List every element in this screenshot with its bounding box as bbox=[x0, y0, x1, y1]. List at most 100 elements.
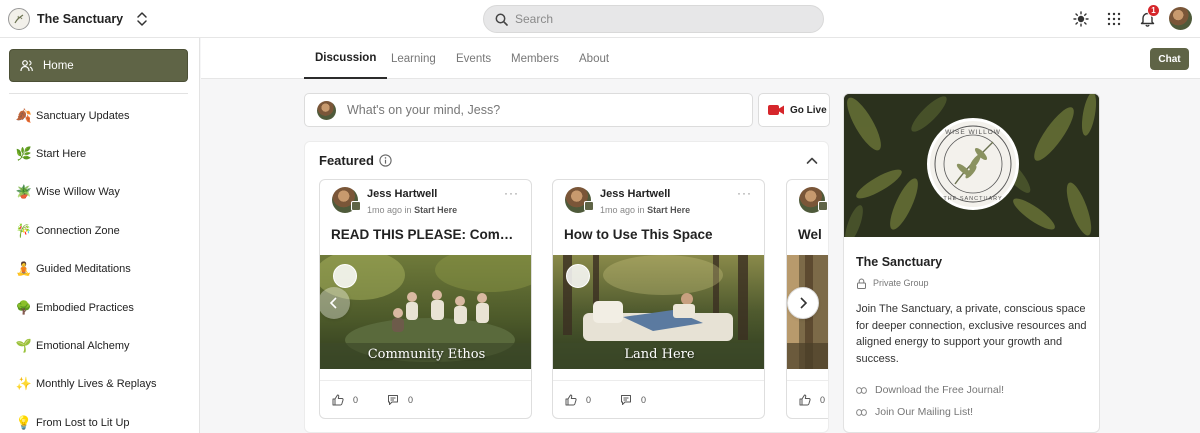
chevron-up-icon[interactable] bbox=[805, 154, 819, 168]
tab-events[interactable]: Events bbox=[456, 38, 491, 79]
featured-post-card[interactable]: Jess Hartwell 1mo ago in Start Here ··· … bbox=[319, 179, 532, 419]
go-live-button[interactable]: Go Live bbox=[758, 93, 830, 127]
composer-placeholder: What's on your mind, Jess? bbox=[347, 103, 501, 117]
group-cover-image: WISE WILLOW THE SANCTUARY bbox=[844, 94, 1099, 237]
meditation-icon: 🧘 bbox=[15, 261, 33, 276]
sidebar-item-start-here[interactable]: 🌿 Start Here bbox=[16, 144, 86, 164]
post-title[interactable]: READ THIS PLEASE: Community Ethos bbox=[331, 227, 523, 242]
seedling-icon: 🌱 bbox=[15, 338, 33, 353]
apps-grid-icon[interactable] bbox=[1105, 10, 1123, 28]
link-download-journal[interactable]: Download the Free Journal! bbox=[856, 383, 1004, 397]
post-space-link[interactable]: Start Here bbox=[414, 205, 457, 215]
user-avatar[interactable] bbox=[1169, 7, 1192, 30]
tab-about[interactable]: About bbox=[579, 38, 609, 79]
card-divider bbox=[553, 380, 764, 381]
comment-button[interactable]: 0 bbox=[620, 393, 646, 407]
post-title[interactable]: Wel bbox=[798, 227, 828, 242]
sidebar-item-sanctuary-updates[interactable]: 🍂 Sanctuary Updates bbox=[16, 106, 130, 126]
link-icon bbox=[856, 408, 867, 416]
link-mailing-list[interactable]: Join Our Mailing List! bbox=[856, 405, 973, 419]
tab-learning[interactable]: Learning bbox=[391, 38, 436, 79]
post-author: Jess Hartwell bbox=[600, 188, 671, 200]
sidebar-divider bbox=[9, 93, 188, 94]
chat-button[interactable]: Chat bbox=[1150, 48, 1189, 70]
chevron-right-icon bbox=[800, 297, 808, 309]
tab-members[interactable]: Members bbox=[511, 38, 559, 79]
lightbulb-icon: 💡 bbox=[15, 415, 33, 430]
post-title[interactable]: How to Use This Space bbox=[564, 227, 756, 242]
chevron-up-down-icon[interactable] bbox=[135, 10, 149, 28]
sidebar-item-connection-zone[interactable]: 🎋 Connection Zone bbox=[16, 221, 120, 241]
sidebar-item-emotional-alchemy[interactable]: 🌱 Emotional Alchemy bbox=[16, 336, 130, 356]
sidebar-item-embodied-practices[interactable]: 🌳 Embodied Practices bbox=[16, 298, 134, 318]
info-icon[interactable] bbox=[379, 154, 392, 167]
group-privacy-label: Private Group bbox=[873, 278, 929, 288]
brand-switcher[interactable]: The Sanctuary bbox=[8, 6, 149, 32]
sidebar-item-monthly-lives-replays[interactable]: ✨ Monthly Lives & Replays bbox=[15, 374, 157, 394]
post-cover-image: Land Here bbox=[553, 255, 764, 369]
carousel-next-button[interactable] bbox=[787, 287, 819, 319]
post-author: Jess Hartwell bbox=[367, 188, 438, 200]
sidebar-item-home[interactable]: Home bbox=[9, 49, 188, 82]
search-input[interactable] bbox=[515, 12, 795, 26]
comment-count: 0 bbox=[408, 395, 414, 405]
theme-toggle-sun-icon[interactable] bbox=[1072, 10, 1090, 28]
tree-icon: 🌳 bbox=[15, 300, 33, 315]
people-icon bbox=[20, 60, 33, 72]
search-box[interactable] bbox=[483, 5, 824, 33]
like-count: 0 bbox=[820, 395, 826, 405]
sidebar: Home 🍂 Sanctuary Updates 🌿 Start Here 🪴 … bbox=[0, 38, 200, 433]
sidebar-item-wise-willow-way[interactable]: 🪴 Wise Willow Way bbox=[16, 182, 120, 202]
featured-section: Featured Jess Hartwell 1mo ago in Start … bbox=[304, 141, 829, 433]
like-count: 0 bbox=[353, 395, 359, 405]
group-name: The Sanctuary bbox=[856, 255, 943, 269]
svg-text:WISE WILLOW: WISE WILLOW bbox=[945, 129, 1001, 136]
card-divider bbox=[320, 380, 531, 381]
sidebar-item-label: Emotional Alchemy bbox=[36, 340, 130, 352]
thumbs-up-icon bbox=[565, 394, 577, 406]
thumbs-up-icon bbox=[799, 394, 811, 406]
tab-discussion[interactable]: Discussion bbox=[304, 38, 388, 79]
like-button[interactable]: 0 bbox=[565, 393, 591, 407]
sidebar-item-label: Wise Willow Way bbox=[36, 186, 120, 198]
sidebar-item-label: From Lost to Lit Up bbox=[36, 417, 130, 429]
group-info-panel: WISE WILLOW THE SANCTUARY The Sanctuary … bbox=[843, 93, 1100, 433]
author-role-badge bbox=[818, 201, 828, 211]
like-button[interactable]: 0 bbox=[799, 393, 825, 407]
post-space-link[interactable]: Start Here bbox=[647, 205, 690, 215]
notifications-bell[interactable]: 1 bbox=[1138, 4, 1160, 28]
sidebar-item-guided-meditations[interactable]: 🧘 Guided Meditations bbox=[16, 259, 131, 279]
sidebar-item-label: Embodied Practices bbox=[36, 302, 134, 314]
post-cover-image: Community Ethos bbox=[320, 255, 531, 369]
group-description: Join The Sanctuary, a private, conscious… bbox=[856, 303, 1087, 365]
sparkles-icon: ✨ bbox=[15, 376, 33, 391]
link-label: Download the Free Journal! bbox=[875, 384, 1004, 396]
group-privacy: Private Group bbox=[856, 276, 929, 290]
sidebar-item-label: Connection Zone bbox=[36, 225, 120, 237]
brand-name: The Sanctuary bbox=[37, 12, 124, 26]
thumbs-up-icon bbox=[332, 394, 344, 406]
post-composer[interactable]: What's on your mind, Jess? bbox=[304, 93, 753, 127]
sidebar-item-label: Sanctuary Updates bbox=[36, 110, 130, 122]
brand-watermark bbox=[566, 264, 590, 288]
like-count: 0 bbox=[586, 395, 592, 405]
comment-icon bbox=[621, 395, 631, 405]
potted-plant-icon: 🪴 bbox=[15, 184, 33, 199]
brand-logo bbox=[8, 8, 30, 30]
chevron-left-icon bbox=[329, 297, 337, 309]
sidebar-item-label: Guided Meditations bbox=[36, 263, 131, 275]
comment-button[interactable]: 0 bbox=[387, 393, 413, 407]
more-options-icon[interactable]: ··· bbox=[504, 186, 519, 200]
author-role-badge bbox=[351, 201, 361, 211]
sidebar-item-label: Home bbox=[43, 59, 74, 72]
featured-post-card[interactable]: Jess Hartwell 1mo ago in Start Here ··· … bbox=[552, 179, 765, 419]
sidebar-item-from-lost-to-lit-up[interactable]: 💡 From Lost to Lit Up bbox=[16, 413, 130, 433]
group-logo: WISE WILLOW THE SANCTUARY bbox=[927, 118, 1019, 210]
like-button[interactable]: 0 bbox=[332, 393, 358, 407]
svg-text:THE SANCTUARY: THE SANCTUARY bbox=[943, 196, 1002, 202]
more-options-icon[interactable]: ··· bbox=[737, 186, 752, 200]
video-camera-icon bbox=[768, 105, 784, 115]
lock-icon bbox=[857, 278, 866, 289]
space-tabs: Discussion Learning Events Members About bbox=[201, 38, 1200, 79]
search-icon bbox=[495, 13, 508, 26]
